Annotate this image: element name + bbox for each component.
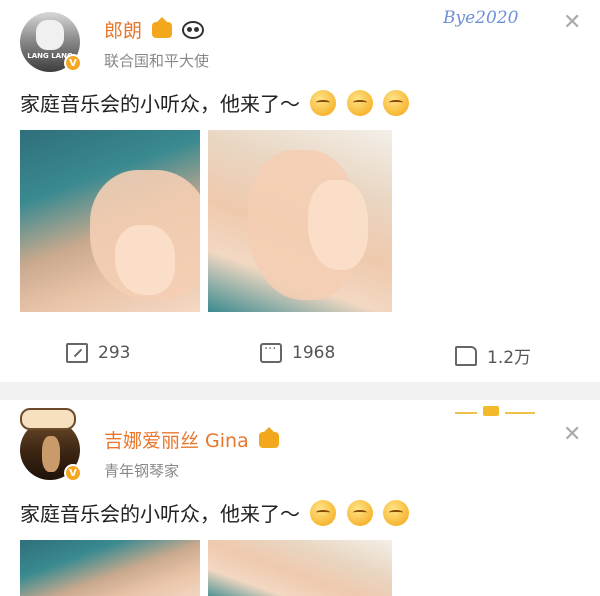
decoration-line [505,412,535,414]
post-actions: 293 1968 1.2万 [0,330,600,380]
post-content-text: 家庭音乐会的小听众，他来了～ [20,502,300,526]
author-name-text: 吉娜爱丽丝 Gina [104,430,249,452]
like-button[interactable]: 1.2万 [455,343,531,368]
photo-1[interactable] [20,540,200,596]
author-name[interactable]: 郎朗 [104,16,205,43]
repost-button[interactable]: 293 [66,343,130,363]
avatar-figure [36,20,64,50]
author-subtitle: 联合国和平大使 [104,52,210,70]
author-name[interactable]: 吉娜爱丽丝 Gina [104,426,279,453]
emoji-icon [310,500,337,526]
emoji-icon [346,90,373,116]
decoration-line [455,412,477,414]
emoji-icon [310,90,337,116]
repost-count: 293 [98,343,131,363]
close-icon[interactable]: ✕ [563,10,581,35]
repost-icon [66,343,88,363]
post-divider [0,382,600,400]
photo-2[interactable] [208,130,392,312]
avatar-cat-decoration [20,408,76,430]
emoji-icon [383,90,410,116]
verified-badge: V [64,54,82,72]
comment-icon [260,342,282,363]
weibo-post-2: V 吉娜爱丽丝 Gina 青年钢琴家 ✕ 家庭音乐会的小听众，他来了～ [0,400,600,596]
emoji-icon [383,500,410,526]
verified-badge: V [64,464,82,482]
photo-2[interactable] [208,540,392,596]
like-count: 1.2万 [487,348,532,368]
emoji-icon [346,500,373,526]
photo-baby-hand-shape [308,180,368,270]
avatar-figure [42,436,60,472]
photo-baby-hand-shape [115,225,175,295]
author-subtitle: 青年钢琴家 [104,462,180,480]
post-content: 家庭音乐会的小听众，他来了～ [20,88,410,117]
comment-count: 1968 [292,343,336,363]
post-content-text: 家庭音乐会的小听众，他来了～ [20,92,300,116]
post-content: 家庭音乐会的小听众，他来了～ [20,498,410,527]
watermark-text: Bye2020 [443,8,519,28]
close-icon[interactable]: ✕ [563,422,581,447]
author-name-text: 郎朗 [104,20,143,42]
comment-button[interactable]: 1968 [260,342,336,363]
panda-icon [182,21,205,39]
crown-icon [258,427,279,448]
like-icon [455,345,477,366]
crown-icon [152,17,173,38]
weibo-post-1: LANG LANG V 郎朗 联合国和平大使 Bye2020 ✕ 家庭音乐会的小… [0,0,600,382]
photo-1[interactable] [20,130,200,312]
crown-icon [483,406,499,416]
